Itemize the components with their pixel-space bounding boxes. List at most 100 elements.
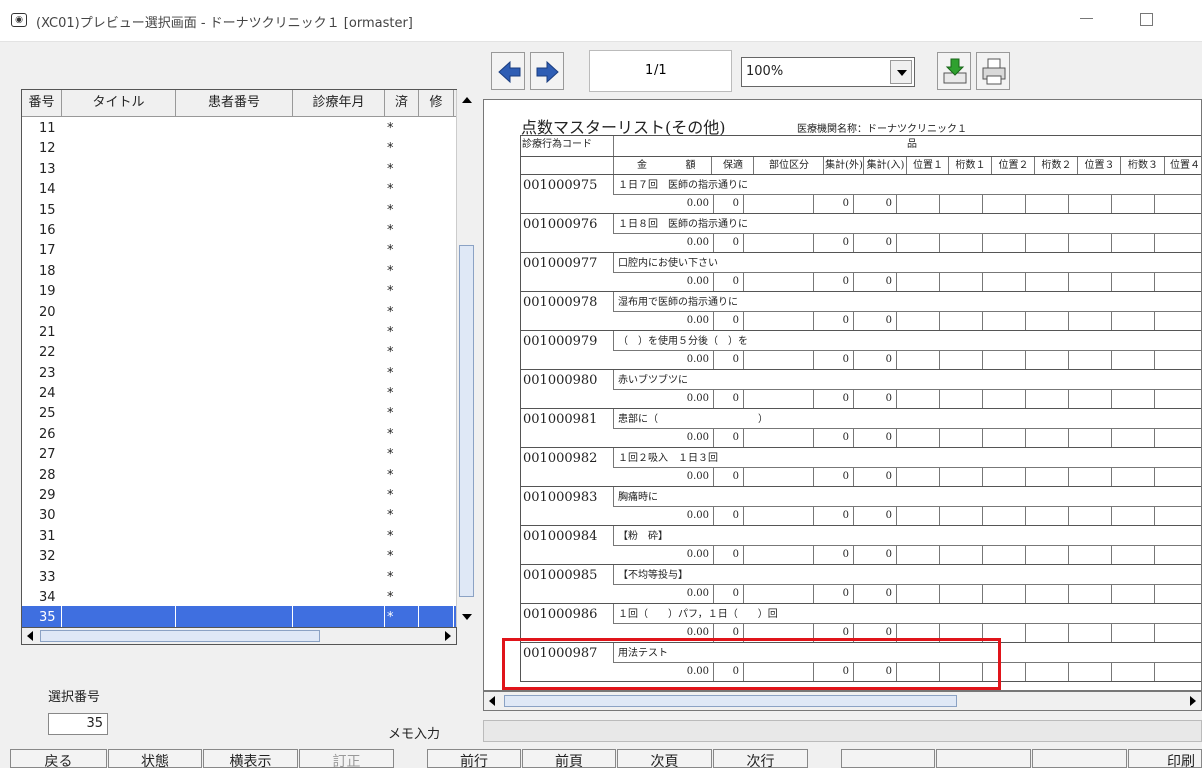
scroll-thumb[interactable] (40, 630, 320, 642)
list-item[interactable]: 29 * (22, 484, 456, 504)
page-indicator[interactable]: 1 /1 (589, 50, 732, 92)
list-item[interactable]: 34 * (22, 586, 456, 606)
row-title (62, 219, 176, 239)
row-patient-number (176, 341, 293, 361)
list-item[interactable]: 32 * (22, 545, 456, 565)
record-sum-in: 0 (853, 312, 896, 330)
print-button[interactable]: 印刷 (1128, 749, 1202, 768)
selection-number-input[interactable]: 35 (48, 713, 108, 735)
download-button[interactable] (937, 52, 971, 90)
list-horizontal-scrollbar[interactable] (21, 627, 457, 645)
scroll-right-icon[interactable] (1184, 692, 1200, 710)
list-item[interactable]: 33 * (22, 566, 456, 586)
download-icon (943, 58, 967, 84)
preview-list[interactable]: 番号 タイトル 患者番号 診療年月 済 修 11 * 12 * 13 * 14 * 15 * 16 *… (21, 89, 476, 629)
row-number: 24 (39, 386, 56, 402)
list-item[interactable]: 21 * (22, 321, 456, 341)
record-name: 赤いブツブツに (613, 370, 1201, 390)
list-body[interactable]: 11 * 12 * 13 * 14 * 15 * 16 * 17 * 18 * 19 * 20 * 21 * 22 * 23 * 2… (22, 117, 456, 628)
correct-button[interactable]: 訂正 (299, 749, 394, 768)
scroll-down-icon[interactable] (457, 609, 477, 625)
chevron-down-icon[interactable] (890, 60, 912, 84)
row-patient-number (176, 178, 293, 198)
row-done: * (387, 488, 394, 504)
row-done: * (387, 589, 394, 605)
next-line-button[interactable]: 次行 (713, 749, 808, 768)
status-button[interactable]: 状態 (108, 749, 202, 768)
row-patient-number (176, 301, 293, 321)
row-modified (419, 484, 454, 504)
maximize-icon[interactable] (1140, 13, 1153, 26)
document-preview[interactable]: 点数マスターリスト(その他) 医療機関名称：ドーナツクリニック１ 診療行為コード… (483, 99, 1202, 691)
back-button[interactable]: 戻る (10, 749, 107, 768)
row-title (62, 402, 176, 422)
row-patient-number (176, 280, 293, 300)
record-code: 001000981 (523, 412, 598, 427)
prev-page-button[interactable]: 前頁 (522, 749, 616, 768)
record-cell (1154, 351, 1201, 369)
record-name: １回（ ）パフ，１日（ ）回 (613, 604, 1201, 624)
scroll-thumb[interactable] (459, 245, 474, 597)
list-item[interactable]: 14 * (22, 178, 456, 198)
row-year-month (293, 362, 385, 382)
memo-input[interactable] (483, 720, 1202, 742)
list-vertical-scrollbar[interactable] (456, 90, 476, 628)
back-button[interactable] (491, 52, 525, 90)
list-item[interactable]: 25 * (22, 402, 456, 422)
list-item[interactable]: 22 * (22, 341, 456, 361)
header-patient-number[interactable]: 患者番号 (176, 90, 293, 117)
scroll-right-icon[interactable] (439, 628, 455, 644)
preview-horizontal-scrollbar[interactable] (483, 691, 1202, 711)
record-sum-out: 0 (813, 468, 853, 486)
list-item[interactable]: 19 * (22, 280, 456, 300)
minimize-icon[interactable] (1080, 18, 1093, 19)
scroll-left-icon[interactable] (485, 692, 501, 710)
list-item[interactable]: 11 * (22, 117, 456, 137)
header-year-month[interactable]: 診療年月 (293, 90, 385, 117)
list-item[interactable]: 13 * (22, 158, 456, 178)
header-number[interactable]: 番号 (22, 90, 62, 117)
header-title[interactable]: タイトル (62, 90, 176, 117)
record-sum-in: 0 (853, 234, 896, 252)
list-item[interactable]: 35 * (22, 606, 456, 627)
record-cell (1111, 351, 1154, 369)
record-row: 001000975 １日７回 医師の指示通りに 0.00 0 0 0 (520, 175, 1201, 214)
record-cell (1025, 663, 1068, 681)
scroll-left-icon[interactable] (23, 628, 39, 644)
row-patient-number (176, 382, 293, 402)
record-part (743, 390, 813, 408)
list-item[interactable]: 24 * (22, 382, 456, 402)
scroll-thumb[interactable] (504, 695, 957, 707)
row-modified (419, 423, 454, 443)
list-item[interactable]: 20 * (22, 301, 456, 321)
list-item[interactable]: 18 * (22, 260, 456, 280)
record-part (743, 468, 813, 486)
row-patient-number (176, 606, 293, 627)
list-item[interactable]: 28 * (22, 464, 456, 484)
function-button-10[interactable] (936, 749, 1031, 768)
row-title (62, 137, 176, 157)
header-done[interactable]: 済 (385, 90, 419, 117)
list-item[interactable]: 17 * (22, 239, 456, 259)
list-item[interactable]: 23 * (22, 362, 456, 382)
list-item[interactable]: 15 * (22, 199, 456, 219)
list-item[interactable]: 30 * (22, 504, 456, 524)
print-preview-button[interactable] (976, 52, 1010, 90)
list-item[interactable]: 16 * (22, 219, 456, 239)
header-modified[interactable]: 修 (419, 90, 454, 117)
function-button-11[interactable] (1032, 749, 1127, 768)
record-cell (1154, 468, 1201, 486)
next-page-button[interactable]: 次頁 (617, 749, 712, 768)
row-year-month (293, 525, 385, 545)
list-item[interactable]: 26 * (22, 423, 456, 443)
function-button-9[interactable] (841, 749, 935, 768)
zoom-select[interactable]: 100% (741, 57, 915, 87)
forward-button[interactable] (530, 52, 564, 90)
scroll-up-icon[interactable] (457, 92, 477, 108)
list-item[interactable]: 12 * (22, 137, 456, 157)
record-part (743, 234, 813, 252)
prev-line-button[interactable]: 前行 (427, 749, 521, 768)
list-item[interactable]: 27 * (22, 443, 456, 463)
landscape-button[interactable]: 横表示 (203, 749, 298, 768)
list-item[interactable]: 31 * (22, 525, 456, 545)
